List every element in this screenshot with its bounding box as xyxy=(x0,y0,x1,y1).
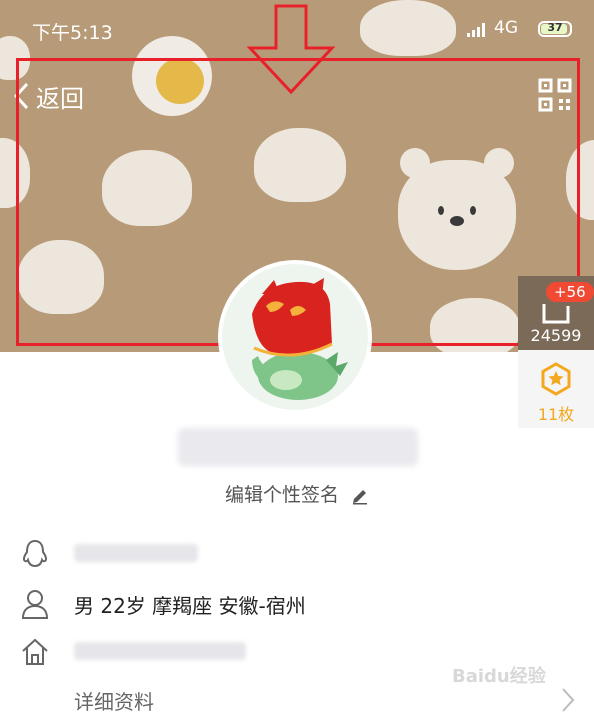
network-label: 4G xyxy=(494,18,518,38)
down-arrow-annotation xyxy=(246,4,336,95)
battery-level: 37 xyxy=(547,21,563,34)
qq-number-blurred xyxy=(74,544,198,562)
bun-illustration xyxy=(18,240,104,314)
basic-info-text: 男 22岁 摩羯座 安徽-宿州 xyxy=(74,594,306,618)
pencil-icon xyxy=(353,489,368,504)
back-button[interactable]: 返回 xyxy=(12,78,84,114)
penguin-icon xyxy=(22,539,48,568)
details-link[interactable]: 详细资料 xyxy=(74,686,154,715)
likes-button[interactable]: +56 24599 xyxy=(518,276,594,350)
hometown-blurred xyxy=(74,642,246,660)
qq-number-row xyxy=(0,530,594,578)
bear-illustration xyxy=(398,148,516,270)
person-icon xyxy=(21,590,49,619)
bun-illustration xyxy=(430,298,520,352)
bun-illustration xyxy=(102,150,192,226)
dinosaur-avatar-image xyxy=(252,278,348,400)
status-time: 下午5:13 xyxy=(32,22,113,44)
bun-illustration xyxy=(566,140,594,220)
bun-illustration xyxy=(0,138,30,208)
thumbs-up-icon xyxy=(542,304,570,324)
likes-count: 24599 xyxy=(530,326,582,345)
back-label: 返回 xyxy=(36,84,84,113)
medal-count: 11枚 xyxy=(537,405,575,424)
baidu-watermark: Baidu经验 xyxy=(452,666,546,687)
signal-icon xyxy=(467,23,485,37)
qr-code-icon[interactable] xyxy=(538,78,572,112)
edit-signature-button[interactable]: 编辑个性签名 xyxy=(0,480,594,507)
signature-label: 编辑个性签名 xyxy=(224,484,339,506)
avatar[interactable] xyxy=(218,260,372,414)
nickname-blurred xyxy=(178,428,418,466)
house-icon xyxy=(22,638,48,665)
star-medal-icon xyxy=(541,362,571,396)
chevron-right-icon[interactable] xyxy=(560,686,576,714)
chevron-left-icon xyxy=(13,82,29,110)
bun-illustration xyxy=(254,128,346,202)
battery-icon: 37 xyxy=(538,21,572,37)
egg-yolk xyxy=(156,58,204,104)
basic-info-row: 男 22岁 摩羯座 安徽-宿州 xyxy=(0,580,594,628)
medal-button[interactable]: 11枚 xyxy=(518,350,594,428)
